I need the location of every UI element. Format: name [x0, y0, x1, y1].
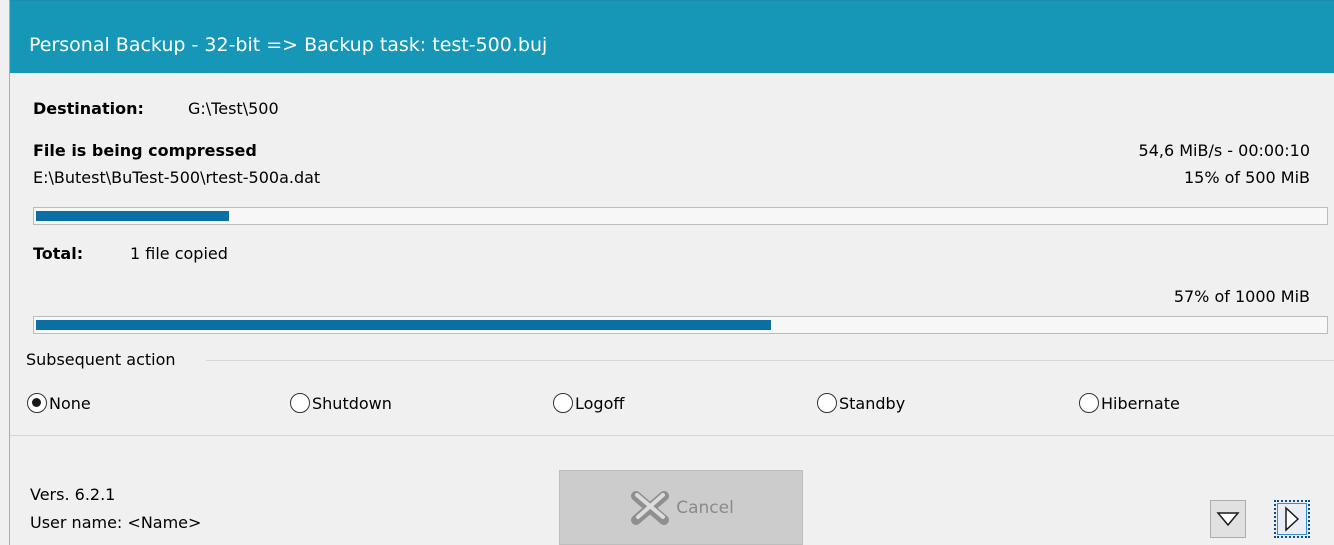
backup-progress-window: Personal Backup - 32-bit => Backup task:… [9, 0, 1334, 545]
radio-standby-circle[interactable] [817, 393, 837, 413]
file-progress-bar [33, 207, 1328, 225]
file-path: E:\Butest\BuTest-500\rtest-500a.dat [33, 168, 321, 187]
radio-none-label: None [49, 393, 91, 413]
radio-standby-label: Standby [839, 393, 906, 413]
radio-standby[interactable]: Standby [817, 393, 905, 413]
radio-shutdown[interactable]: Shutdown [290, 393, 392, 413]
file-status: File is being compressed [33, 141, 257, 160]
triangle-down-icon [1216, 512, 1240, 527]
file-speed-time: 54,6 MiB/s - 00:00:10 [1138, 141, 1310, 160]
total-value: 1 file copied [130, 244, 228, 263]
cancel-button[interactable]: Cancel [559, 470, 803, 545]
total-progress-bar [33, 316, 1328, 334]
radio-logoff-circle[interactable] [553, 393, 573, 413]
radio-hibernate-circle[interactable] [1079, 393, 1099, 413]
radio-none[interactable]: None [27, 393, 91, 413]
triangle-right-icon [1285, 506, 1300, 532]
version-text: Vers. 6.2.1 [30, 485, 116, 504]
dropdown-button[interactable] [1210, 500, 1246, 538]
radio-logoff[interactable]: Logoff [553, 393, 624, 413]
total-progress-fill [36, 320, 771, 330]
window-title: Personal Backup - 32-bit => Backup task:… [29, 34, 548, 56]
radio-shutdown-label: Shutdown [312, 393, 392, 413]
next-button[interactable] [1274, 500, 1310, 538]
radio-none-circle[interactable] [27, 393, 47, 413]
file-progress-fill [36, 211, 229, 221]
cancel-label: Cancel [676, 497, 734, 518]
total-label: Total: [33, 244, 84, 263]
user-name-text: User name: <Name> [30, 513, 202, 532]
cancel-x-icon [631, 490, 670, 525]
radio-logoff-label: Logoff [575, 393, 625, 413]
destination-value: G:\Test\500 [188, 99, 279, 118]
group-top-line [206, 360, 1334, 361]
destination-label: Destination: [33, 99, 144, 118]
subsequent-action-heading: Subsequent action [26, 350, 180, 369]
radio-hibernate[interactable]: Hibernate [1079, 393, 1180, 413]
group-bottom-line [10, 435, 1334, 436]
file-progress-text: 15% of 500 MiB [1183, 168, 1310, 187]
radio-shutdown-circle[interactable] [290, 393, 310, 413]
title-bar: Personal Backup - 32-bit => Backup task:… [10, 0, 1334, 73]
total-progress-text: 57% of 1000 MiB [1173, 287, 1310, 306]
radio-hibernate-label: Hibernate [1101, 393, 1180, 413]
